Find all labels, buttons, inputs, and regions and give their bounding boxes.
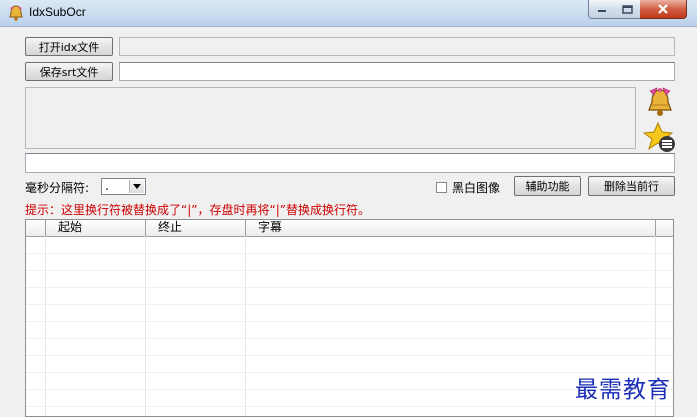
close-icon bbox=[658, 4, 668, 14]
grid-line bbox=[26, 287, 673, 288]
row-indicator-header bbox=[26, 220, 46, 236]
grid-line bbox=[26, 253, 673, 254]
minimize-button[interactable] bbox=[588, 0, 616, 19]
ms-separator-select[interactable]: . bbox=[101, 178, 146, 195]
table-header: 起始 终止 字幕 bbox=[26, 220, 673, 237]
maximize-button[interactable] bbox=[614, 0, 641, 19]
grid-line bbox=[26, 321, 673, 322]
grid-line bbox=[26, 355, 673, 356]
bw-image-checkbox[interactable] bbox=[436, 182, 447, 193]
column-header-subtitle[interactable]: 字幕 bbox=[246, 220, 656, 236]
close-button[interactable] bbox=[640, 0, 687, 19]
title-bar[interactable]: IdxSubOcr bbox=[0, 0, 697, 27]
save-srt-button[interactable]: 保存srt文件 bbox=[25, 62, 113, 81]
watermark-text: 最需教育 bbox=[575, 377, 671, 403]
column-header-end[interactable]: 终止 bbox=[146, 220, 246, 236]
open-idx-button[interactable]: 打开idx文件 bbox=[25, 37, 113, 56]
hint-text: 提示：这里换行符被替换成了“|”，存盘时再将“|”替换成换行符。 bbox=[25, 203, 370, 217]
ms-separator-label: 毫秒分隔符: bbox=[25, 181, 90, 195]
grid-line bbox=[26, 270, 673, 271]
grid-line bbox=[26, 338, 673, 339]
srt-path-field[interactable] bbox=[119, 62, 675, 81]
column-header-start[interactable]: 起始 bbox=[46, 220, 146, 236]
idx-path-field bbox=[119, 37, 675, 56]
minimize-icon bbox=[598, 10, 606, 12]
maximize-icon bbox=[621, 4, 633, 14]
bw-image-label: 黑白图像 bbox=[452, 181, 501, 195]
client-area: 打开idx文件 保存srt文件 毫秒分隔符: . 黑白图像 辅助功能 删除当前行… bbox=[0, 27, 697, 417]
ocr-text-field[interactable] bbox=[25, 153, 675, 173]
chevron-down-icon[interactable] bbox=[129, 180, 144, 193]
star-list-icon[interactable] bbox=[643, 121, 677, 153]
bell-icon bbox=[9, 5, 23, 21]
ms-separator-value: . bbox=[105, 179, 109, 193]
window-title: IdxSubOcr bbox=[29, 5, 86, 19]
subtitle-image-preview bbox=[25, 87, 636, 149]
aux-function-button[interactable]: 辅助功能 bbox=[514, 176, 581, 196]
grid-line bbox=[26, 304, 673, 305]
app-window: IdxSubOcr 打开idx文件 保存srt文件 毫秒分隔符: . 黑白图像 … bbox=[0, 0, 697, 417]
bell-icon[interactable] bbox=[643, 85, 677, 119]
grid-line bbox=[26, 406, 673, 407]
delete-current-row-button[interactable]: 删除当前行 bbox=[588, 176, 675, 196]
